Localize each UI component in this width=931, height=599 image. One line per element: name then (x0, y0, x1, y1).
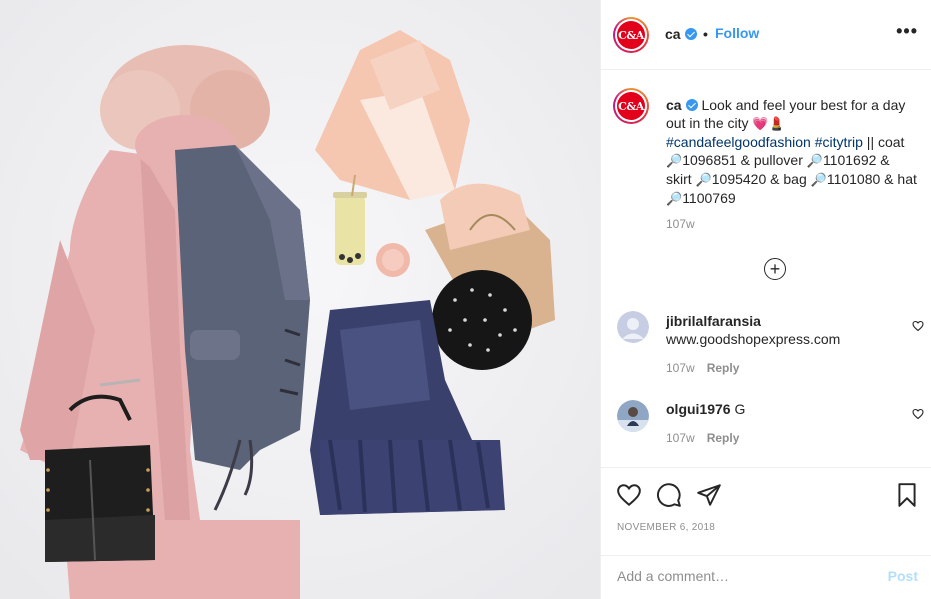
more-options-icon[interactable]: ••• (896, 22, 918, 40)
reply-button[interactable]: Reply (707, 431, 740, 445)
ca-logo: C&A (617, 92, 645, 120)
ca-logo: C&A (617, 21, 645, 49)
hashtag-candafeelgoodfashion[interactable]: #candafeelgoodfashion (666, 134, 811, 150)
verified-badge-icon (684, 28, 697, 40)
commenter-avatar[interactable] (617, 400, 649, 432)
reply-button[interactable]: Reply (707, 361, 740, 375)
like-comment-heart-icon[interactable] (912, 320, 924, 332)
comment-meta: 107w Reply (666, 361, 739, 375)
instagram-post-view: C&A ca • Follow ••• C&A ca Look and feel… (0, 0, 931, 599)
separator-dot: • (703, 26, 708, 42)
comment-username[interactable]: jibrilalfaransia (666, 313, 761, 329)
post-photo[interactable] (0, 0, 600, 599)
add-comment-bar: Post (601, 555, 931, 599)
post-caption: ca Look and feel your best for a day out… (666, 97, 917, 206)
like-heart-icon[interactable] (616, 482, 642, 508)
author-avatar[interactable]: C&A (613, 17, 649, 53)
comment-timestamp[interactable]: 107w (666, 431, 695, 445)
like-comment-heart-icon[interactable] (912, 408, 924, 420)
load-more-comments-button[interactable]: + (764, 258, 786, 280)
post-side-panel: C&A ca • Follow ••• C&A ca Look and feel… (600, 0, 931, 599)
author-username[interactable]: ca (665, 26, 697, 42)
commenter-avatar[interactable] (617, 311, 649, 343)
comment-timestamp[interactable]: 107w (666, 361, 695, 375)
add-comment-input[interactable] (617, 568, 857, 584)
outfit-flatlay-image (0, 0, 600, 599)
comment-text: G (734, 401, 746, 417)
magnifier-emoji: 🔎 (666, 191, 683, 206)
caption-timestamp[interactable]: 107w (666, 217, 695, 231)
magnifier-emoji: 🔎 (695, 172, 712, 187)
share-paper-plane-icon[interactable] (696, 482, 722, 508)
magnifier-emoji: 🔎 (806, 153, 823, 168)
caption-author-avatar[interactable]: C&A (613, 88, 649, 124)
verified-badge-icon (685, 99, 698, 111)
post-comment-button[interactable]: Post (888, 568, 918, 584)
caption-username[interactable]: ca (666, 97, 682, 113)
post-header: C&A ca • Follow ••• (601, 0, 931, 70)
default-avatar-icon (617, 311, 649, 343)
comment-text: www.goodshopexpress.com (666, 331, 841, 347)
magnifier-emoji: 🔎 (810, 172, 827, 187)
post-date[interactable]: NOVEMBER 6, 2018 (617, 522, 715, 533)
user-photo-avatar (617, 400, 649, 432)
follow-button[interactable]: Follow (715, 25, 759, 41)
comment-username: olgui1976 G (666, 401, 746, 417)
save-bookmark-icon[interactable] (894, 482, 920, 508)
comment-meta: 107w Reply (666, 431, 739, 445)
post-actions: NOVEMBER 6, 2018 Post (601, 467, 931, 599)
heart-lipstick-emoji: 💗💄 (752, 116, 785, 131)
magnifier-emoji: 🔎 (666, 153, 683, 168)
comment-bubble-icon[interactable] (656, 482, 682, 508)
hashtag-citytrip[interactable]: #citytrip (815, 134, 863, 150)
